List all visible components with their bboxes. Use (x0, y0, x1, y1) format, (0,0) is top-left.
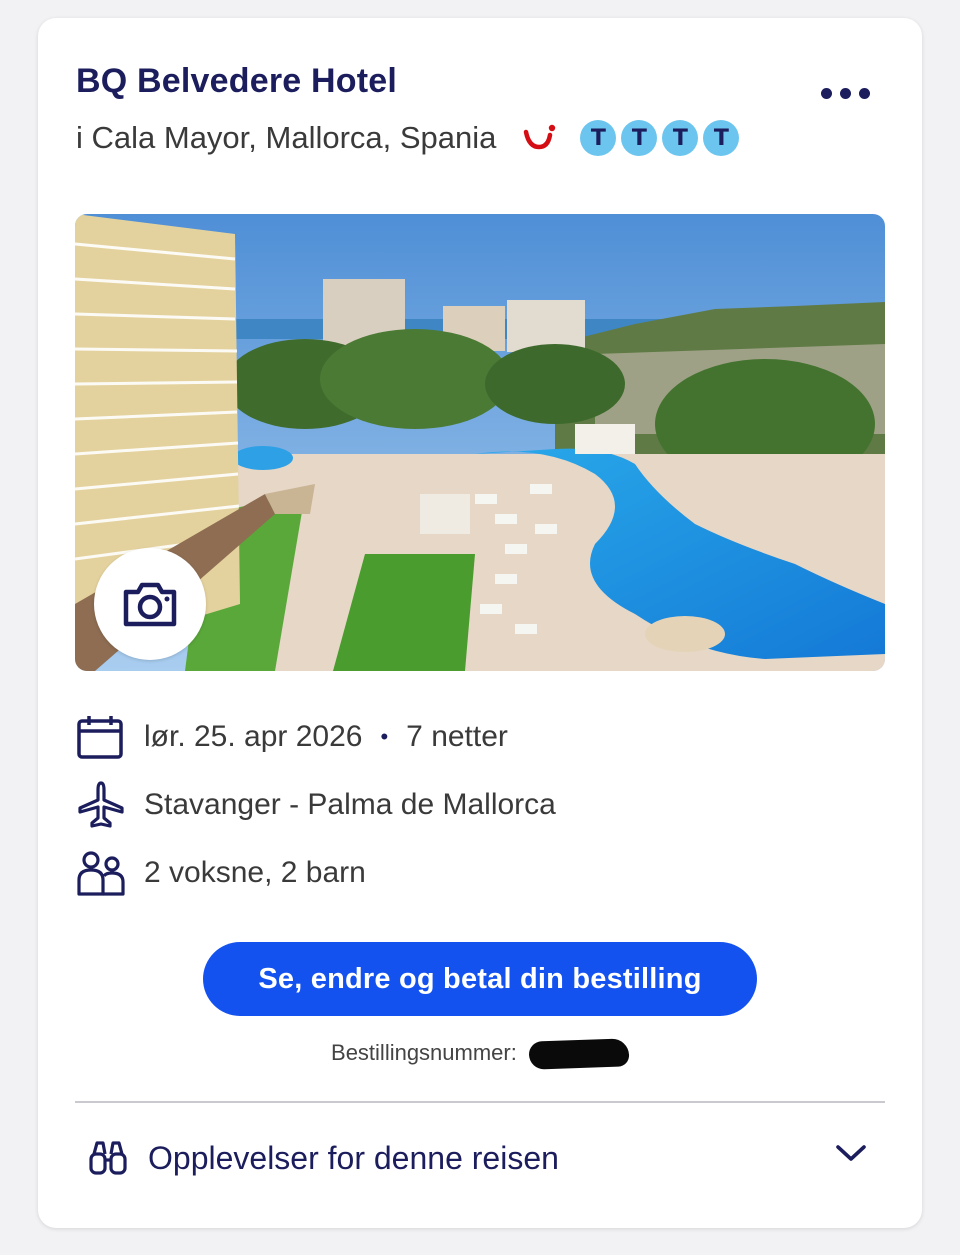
booking-number: Bestillingsnummer: (38, 1038, 922, 1070)
tui-logo-icon (524, 124, 556, 150)
trip-route: Stavanger - Palma de Mallorca (144, 788, 556, 821)
rating-mark: T (662, 120, 699, 156)
more-options-button[interactable] (821, 88, 870, 99)
rating-mark: T (580, 120, 617, 156)
rating-mark: T (703, 120, 740, 156)
travellers-row: 2 voksne, 2 barn (76, 848, 366, 898)
camera-icon (123, 582, 177, 627)
redacted-booking-number (528, 1038, 630, 1070)
experiences-toggle[interactable]: Opplevelser for denne reisen (88, 1130, 868, 1186)
travellers-count: 2 voksne, 2 barn (144, 856, 366, 889)
view-booking-button[interactable]: Se, endre og betal din bestilling (203, 942, 757, 1016)
booking-card: BQ Belvedere Hotel i Cala Mayor, Mallorc… (38, 18, 922, 1228)
hotel-subtitle: i Cala Mayor, Mallorca, Spania T T T T (76, 118, 744, 158)
view-photos-button[interactable] (94, 548, 206, 660)
trip-nights: 7 netter (406, 720, 508, 753)
people-icon (77, 851, 125, 896)
booking-number-label: Bestillingsnummer: (331, 1040, 517, 1065)
hotel-name: BQ Belvedere Hotel (76, 62, 398, 100)
trip-date: lør. 25. apr 2026 (144, 720, 363, 753)
binoculars-icon (89, 1141, 127, 1175)
divider (75, 1101, 885, 1103)
plane-icon (78, 781, 124, 828)
chevron-down-icon (836, 1145, 866, 1161)
trip-route-row: Stavanger - Palma de Mallorca (76, 780, 556, 830)
rating-mark: T (621, 120, 658, 156)
separator-dot: • (380, 724, 389, 749)
calendar-icon (77, 716, 123, 759)
hotel-rating: T T T T (580, 120, 744, 156)
more-dots-icon (821, 88, 832, 99)
trip-date-row: lør. 25. apr 2026 • 7 netter (76, 712, 508, 762)
hotel-location: i Cala Mayor, Mallorca, Spania (76, 120, 497, 155)
experiences-label: Opplevelser for denne reisen (148, 1139, 559, 1176)
